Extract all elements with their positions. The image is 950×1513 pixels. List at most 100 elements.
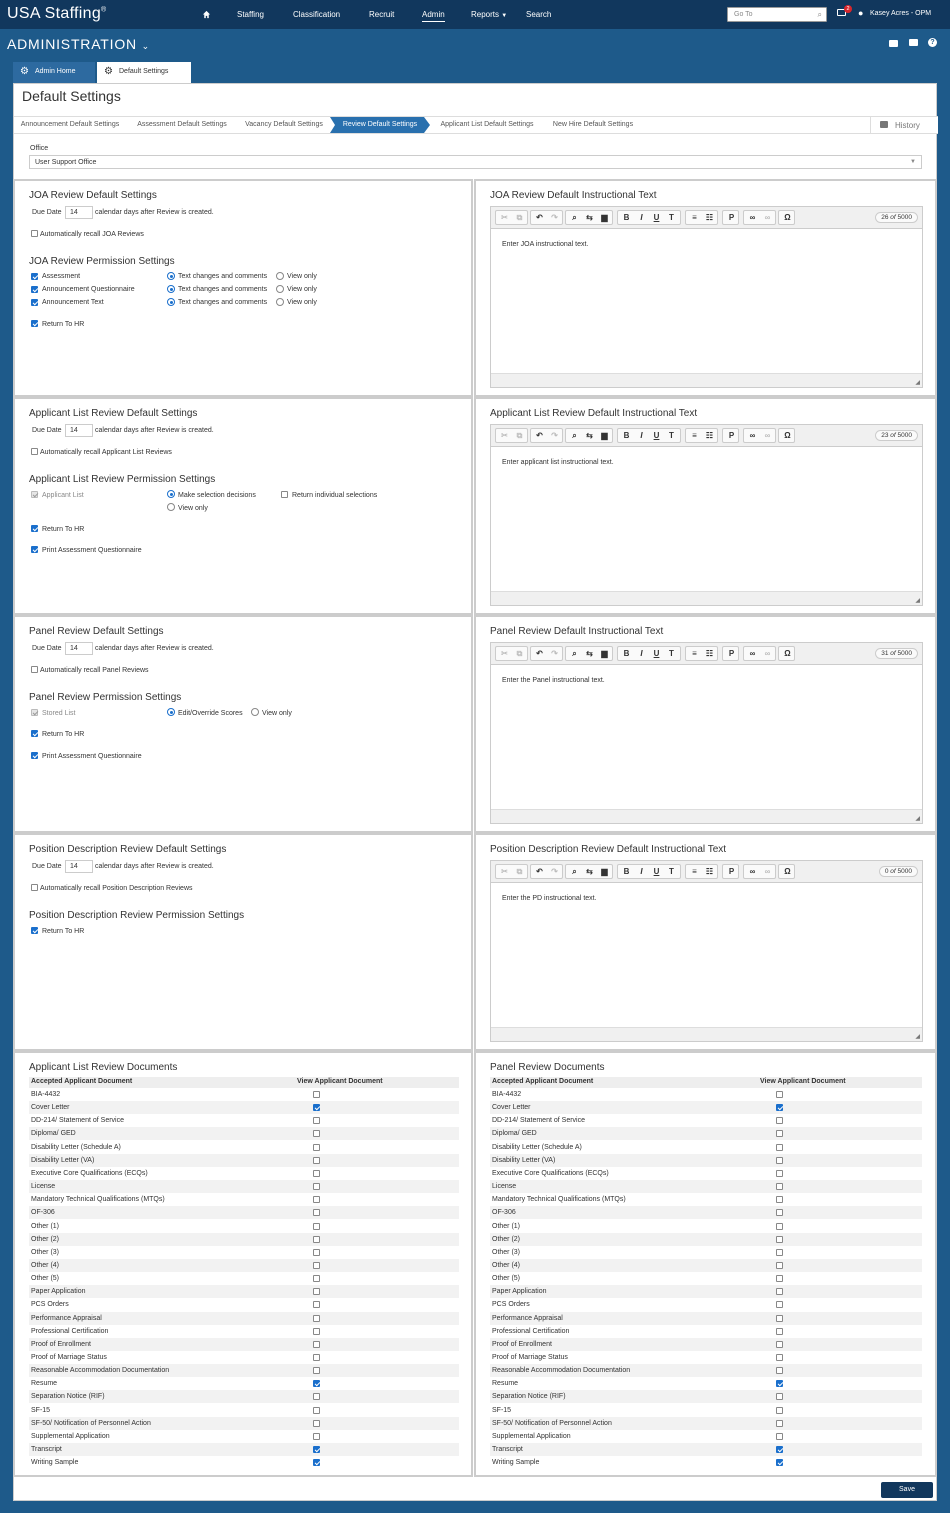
chat-icon[interactable]	[909, 39, 918, 46]
view-document-checkbox[interactable]	[776, 1275, 783, 1283]
pd-recall-checkbox[interactable]	[31, 884, 38, 891]
resize-handle[interactable]	[491, 809, 922, 823]
resize-handle[interactable]	[491, 1027, 922, 1041]
editor-content[interactable]: Enter the PD instructional text.	[502, 895, 597, 902]
view-document-checkbox[interactable]	[313, 1104, 320, 1112]
bullet-list-icon[interactable]: ☷	[702, 429, 717, 442]
nav-staffing[interactable]: Staffing	[237, 10, 264, 19]
applist-recall-checkbox[interactable]	[31, 448, 38, 455]
view-document-checkbox[interactable]	[776, 1314, 783, 1322]
view-document-checkbox[interactable]	[313, 1143, 320, 1151]
view-document-checkbox[interactable]	[313, 1261, 320, 1269]
view-document-checkbox[interactable]	[776, 1301, 783, 1309]
nav-admin[interactable]: Admin	[422, 10, 445, 22]
view-document-checkbox[interactable]	[313, 1367, 320, 1375]
search-icon[interactable]: ⌕	[818, 10, 822, 20]
view-document-checkbox[interactable]	[313, 1380, 320, 1388]
home-icon[interactable]	[202, 10, 211, 21]
numbered-list-icon[interactable]: ≡	[687, 429, 702, 442]
find-icon[interactable]: ⌕	[567, 211, 582, 224]
unlink-icon[interactable]: ∞	[760, 647, 775, 660]
view-document-checkbox[interactable]	[776, 1340, 783, 1348]
nav-recruit[interactable]: Recruit	[369, 10, 394, 19]
view-document-checkbox[interactable]	[776, 1288, 783, 1296]
unlink-icon[interactable]: ∞	[760, 865, 775, 878]
underline-icon[interactable]: U	[649, 647, 664, 660]
panel-recall-checkbox[interactable]	[31, 666, 38, 673]
panel-editor[interactable]: ✂ ⧉ ↶ ↷ ⌕ ⇆ ▆ BIUT ≡ ☷ P ∞ ∞ Ω 31 of 5000 Ente…	[490, 642, 923, 824]
view-document-checkbox[interactable]	[313, 1288, 320, 1296]
underline-icon[interactable]: U	[649, 429, 664, 442]
paragraph-icon[interactable]: P	[724, 211, 739, 224]
view-document-checkbox[interactable]	[776, 1380, 783, 1388]
view-document-checkbox[interactable]	[313, 1406, 320, 1414]
undo-icon[interactable]: ↶	[532, 429, 547, 442]
italic-icon[interactable]: I	[634, 211, 649, 224]
spellcheck-icon[interactable]: ▆	[597, 865, 612, 878]
find-icon[interactable]: ⌕	[567, 865, 582, 878]
view-document-checkbox[interactable]	[776, 1196, 783, 1204]
view-document-checkbox[interactable]	[776, 1235, 783, 1243]
joa-return-hr-checkbox[interactable]	[31, 320, 38, 327]
link-icon[interactable]: ∞	[745, 647, 760, 660]
italic-icon[interactable]: I	[634, 647, 649, 660]
undo-icon[interactable]: ↶	[532, 865, 547, 878]
view-document-checkbox[interactable]	[776, 1169, 783, 1177]
applist-due-days-input[interactable]: 14	[65, 424, 93, 437]
view-document-checkbox[interactable]	[776, 1327, 783, 1335]
view-document-checkbox[interactable]	[313, 1393, 320, 1401]
editor-content[interactable]: Enter applicant list instructional text.	[502, 459, 614, 466]
view-document-checkbox[interactable]	[313, 1301, 320, 1309]
view-document-checkbox[interactable]	[776, 1459, 783, 1467]
copy-icon[interactable]: ⧉	[512, 211, 527, 224]
bold-icon[interactable]: B	[619, 211, 634, 224]
nav-classification[interactable]: Classification	[293, 10, 340, 19]
bold-icon[interactable]: B	[619, 429, 634, 442]
help-icon[interactable]: ?	[928, 38, 937, 47]
panel-due-days-input[interactable]: 14	[65, 642, 93, 655]
view-document-checkbox[interactable]	[313, 1183, 320, 1191]
view-document-checkbox[interactable]	[313, 1248, 320, 1256]
view-document-checkbox[interactable]	[313, 1275, 320, 1283]
clear-format-icon[interactable]: T	[664, 429, 679, 442]
view-document-checkbox[interactable]	[776, 1117, 783, 1125]
special-char-icon[interactable]: Ω	[780, 211, 795, 224]
view-document-checkbox[interactable]	[313, 1354, 320, 1361]
joa-questionnaire-view-radio[interactable]	[276, 285, 284, 293]
applist-return-hr-checkbox[interactable]	[31, 525, 38, 532]
crumb-review[interactable]: Review Default Settings	[330, 117, 430, 133]
undo-icon[interactable]: ↶	[532, 211, 547, 224]
tab-admin-home[interactable]: ⚙ Admin Home	[13, 62, 95, 83]
italic-icon[interactable]: I	[634, 429, 649, 442]
view-document-checkbox[interactable]	[776, 1248, 783, 1256]
view-document-checkbox[interactable]	[776, 1261, 783, 1269]
cut-icon[interactable]: ✂	[497, 865, 512, 878]
view-document-checkbox[interactable]	[313, 1340, 320, 1348]
applist-print-aq-checkbox[interactable]	[31, 546, 38, 553]
resize-handle[interactable]	[491, 373, 922, 387]
joa-perm-assessment-checkbox[interactable]	[31, 273, 38, 280]
joa-due-days-input[interactable]: 14	[65, 206, 93, 219]
underline-icon[interactable]: U	[649, 865, 664, 878]
view-document-checkbox[interactable]	[776, 1104, 783, 1112]
joa-recall-checkbox[interactable]	[31, 230, 38, 237]
pd-editor[interactable]: ✂ ⧉ ↶ ↷ ⌕ ⇆ ▆ BIUT ≡ ☷ P ∞ ∞ Ω 0 of 5000 Enter…	[490, 860, 923, 1042]
view-document-checkbox[interactable]	[313, 1091, 320, 1098]
user-menu[interactable]: Kasey Acres - OPM	[870, 10, 931, 17]
unlink-icon[interactable]: ∞	[760, 429, 775, 442]
spellcheck-icon[interactable]: ▆	[597, 211, 612, 224]
view-document-checkbox[interactable]	[313, 1222, 320, 1230]
goto-input[interactable]: Go To ⌕	[727, 7, 827, 22]
unlink-icon[interactable]: ∞	[760, 211, 775, 224]
copy-icon[interactable]: ⧉	[512, 865, 527, 878]
editor-content[interactable]: Enter the Panel instructional text.	[502, 677, 605, 684]
joa-perm-text-checkbox[interactable]	[31, 299, 38, 306]
joa-perm-questionnaire-checkbox[interactable]	[31, 286, 38, 293]
joa-questionnaire-text-radio[interactable]	[167, 285, 175, 293]
applist-view-only-radio[interactable]	[167, 503, 175, 511]
resize-handle[interactable]	[491, 591, 922, 605]
admin-menu[interactable]: ADMINISTRATION ⌄	[7, 36, 150, 52]
clear-format-icon[interactable]: T	[664, 211, 679, 224]
find-icon[interactable]: ⌕	[567, 429, 582, 442]
cut-icon[interactable]: ✂	[497, 429, 512, 442]
